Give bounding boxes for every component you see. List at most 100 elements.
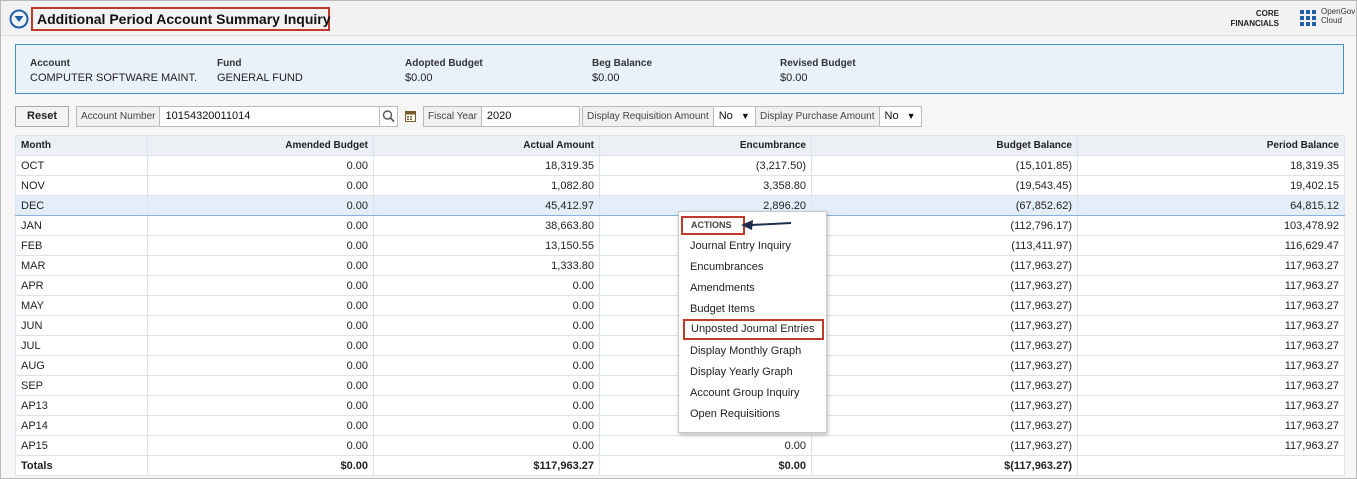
cell-actual-amount: 0.00 xyxy=(373,375,600,396)
menu-item-budget-items[interactable]: Budget Items xyxy=(690,303,755,315)
account-number-label: Account Number xyxy=(76,106,161,127)
cell-amended-budget: 0.00 xyxy=(147,355,374,376)
cell-actual-amount: 1,333.80 xyxy=(373,255,600,276)
menu-item-display-yearly-graph[interactable]: Display Yearly Graph xyxy=(690,366,793,378)
app-frame: Additional Period Account Summary Inquir… xyxy=(0,0,1357,479)
cell-period-balance: 117,963.27 xyxy=(1077,315,1345,336)
cell-amended-budget: 0.00 xyxy=(147,335,374,356)
cell-amended-budget: 0.00 xyxy=(147,275,374,296)
menu-item-unposted-journal-entries[interactable]: Unposted Journal Entries xyxy=(683,319,824,340)
summary-fund-value: GENERAL FUND xyxy=(217,72,303,84)
summary-adopted-label: Adopted Budget xyxy=(405,58,483,69)
col-header-encumbrance[interactable]: Encumbrance xyxy=(599,135,812,156)
requisition-amount-value: No xyxy=(718,110,733,122)
menu-item-amendments[interactable]: Amendments xyxy=(690,282,755,294)
cell-month: AP15 xyxy=(15,435,148,456)
reset-button[interactable]: Reset xyxy=(15,106,69,127)
summary-adopted-budget: Adopted Budget $0.00 xyxy=(405,58,585,84)
cell-amended-budget: 0.00 xyxy=(147,195,374,216)
cell-period-balance: 117,963.27 xyxy=(1077,275,1345,296)
col-header-month[interactable]: Month xyxy=(15,135,148,156)
col-header-budget-balance[interactable]: Budget Balance xyxy=(811,135,1078,156)
account-number-group: Account Number 10154320011014 xyxy=(76,106,386,127)
summary-beg-value: $0.00 xyxy=(592,72,620,84)
table-row[interactable]: OCT 0.00 18,319.35 (3,217.50) (15,101.85) 18,… xyxy=(15,155,1345,176)
cell-budget-balance: (67,852.62) xyxy=(811,195,1078,216)
cell-amended-budget: 0.00 xyxy=(147,235,374,256)
cell-amended-budget: 0.00 xyxy=(147,315,374,336)
cell-budget-balance: (117,963.27) xyxy=(811,335,1078,356)
totals-row: Totals $0.00 $117,963.27 $0.00 $(117,963.27) xyxy=(15,455,1345,476)
table-row[interactable]: NOV 0.00 1,082.80 3,358.80 (19,543.45) 19,402… xyxy=(15,175,1345,196)
page-header: Additional Period Account Summary Inquir… xyxy=(1,1,1356,36)
core-financials-label[interactable]: CORE FINANCIALS xyxy=(1223,9,1279,29)
cell-actual-amount: 0.00 xyxy=(373,315,600,336)
menu-item-journal-entry-inquiry[interactable]: Journal Entry Inquiry xyxy=(690,240,791,252)
cell-actual-amount: 1,082.80 xyxy=(373,175,600,196)
core-label-line2: FINANCIALS xyxy=(1230,19,1279,28)
cell-month: AP14 xyxy=(15,415,148,436)
cell-actual-amount: 0.00 xyxy=(373,395,600,416)
cell-amended-budget: 0.00 xyxy=(147,255,374,276)
og-label-line1: OpenGov xyxy=(1321,7,1356,16)
actions-context-menu: ACTIONS Journal Entry Inquiry Encumbranc… xyxy=(678,211,827,433)
chevron-down-icon: ▼ xyxy=(906,111,916,121)
cell-budget-balance: (117,963.27) xyxy=(811,435,1078,456)
cell-encumbrance: (3,217.50) xyxy=(599,155,812,176)
summary-revised-value: $0.00 xyxy=(780,72,808,84)
cell-month: AP13 xyxy=(15,395,148,416)
purchase-amount-label: Display Purchase Amount xyxy=(755,106,880,127)
menu-item-display-monthly-graph[interactable]: Display Monthly Graph xyxy=(690,345,801,357)
cell-amended-budget: 0.00 xyxy=(147,175,374,196)
menu-item-encumbrances[interactable]: Encumbrances xyxy=(690,261,763,273)
cell-period-balance: 117,963.27 xyxy=(1077,395,1345,416)
cell-amended-budget: 0.00 xyxy=(147,375,374,396)
cell-actual-amount: 0.00 xyxy=(373,275,600,296)
cell-actual-amount: 13,150.55 xyxy=(373,235,600,256)
fiscal-year-input[interactable]: 2020 xyxy=(481,106,580,127)
apps-grid-icon[interactable] xyxy=(1300,10,1316,26)
cell-month: OCT xyxy=(15,155,148,176)
cell-actual-amount: 0.00 xyxy=(373,295,600,316)
menu-item-account-group-inquiry[interactable]: Account Group Inquiry xyxy=(690,387,799,399)
cell-month: APR xyxy=(15,275,148,296)
opengov-cloud-label[interactable]: OpenGov Cloud xyxy=(1321,7,1357,25)
table-row[interactable]: AP15 0.00 0.00 0.00 (117,963.27) 117,963.27 xyxy=(15,435,1345,456)
col-header-actual-amount[interactable]: Actual Amount xyxy=(373,135,600,156)
fiscal-year-label: Fiscal Year xyxy=(423,106,482,127)
col-header-amended-budget[interactable]: Amended Budget xyxy=(147,135,374,156)
requisition-amount-select[interactable]: No ▼ xyxy=(713,106,756,127)
summary-account: Account COMPUTER SOFTWARE MAINT. xyxy=(30,58,210,84)
summary-account-value: COMPUTER SOFTWARE MAINT. xyxy=(30,72,198,84)
account-number-input[interactable]: 10154320011014 xyxy=(160,106,386,127)
summary-beg-label: Beg Balance xyxy=(592,58,653,69)
summary-fund-label: Fund xyxy=(217,58,242,69)
cell-encumbrance: 0.00 xyxy=(599,435,812,456)
col-header-period-balance[interactable]: Period Balance xyxy=(1077,135,1345,156)
requisition-amount-label: Display Requisition Amount xyxy=(582,106,714,127)
cell-budget-balance: (117,963.27) xyxy=(811,255,1078,276)
og-label-line2: Cloud xyxy=(1321,16,1342,25)
total-encumbrance: $0.00 xyxy=(599,455,812,476)
actions-menu-header: ACTIONS xyxy=(681,216,745,235)
calendar-icon[interactable] xyxy=(405,110,416,122)
cell-month: SEP xyxy=(15,375,148,396)
menu-item-open-requisitions[interactable]: Open Requisitions xyxy=(690,408,780,420)
cell-budget-balance: (117,963.27) xyxy=(811,375,1078,396)
filter-circle-icon[interactable] xyxy=(9,9,29,29)
cell-actual-amount: 0.00 xyxy=(373,415,600,436)
purchase-amount-select[interactable]: No ▼ xyxy=(879,106,922,127)
account-summary-panel: Account COMPUTER SOFTWARE MAINT. Fund GE… xyxy=(15,44,1344,94)
cell-amended-budget: 0.00 xyxy=(147,415,374,436)
cell-actual-amount: 0.00 xyxy=(373,355,600,376)
total-amended-budget: $0.00 xyxy=(147,455,374,476)
cell-month: NOV xyxy=(15,175,148,196)
cell-period-balance: 18,319.35 xyxy=(1077,155,1345,176)
purchase-amount-group: Display Purchase Amount No ▼ xyxy=(755,106,922,127)
fiscal-year-group: Fiscal Year 2020 xyxy=(423,106,580,127)
search-button[interactable] xyxy=(379,106,398,127)
page-title: Additional Period Account Summary Inquir… xyxy=(31,7,331,31)
cell-period-balance: 117,963.27 xyxy=(1077,335,1345,356)
cell-month: AUG xyxy=(15,355,148,376)
chevron-down-icon: ▼ xyxy=(740,111,750,121)
